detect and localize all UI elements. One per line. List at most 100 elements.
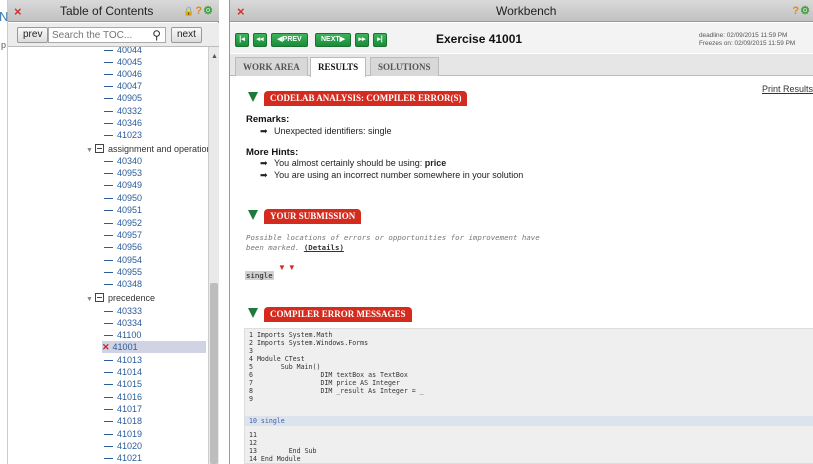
hint-item: ➡ You are using an incorrect number somew…	[260, 170, 524, 180]
toc-item[interactable]: 41014	[104, 366, 142, 378]
dash-icon	[104, 123, 113, 125]
toc-scroll-thumb[interactable]	[210, 283, 218, 464]
toc-item[interactable]: 40949	[104, 179, 142, 191]
expand-triangle-icon[interactable]: ▼	[86, 296, 93, 303]
dash-icon	[104, 247, 113, 249]
dash-icon	[104, 161, 113, 163]
results-content: Print Results CODELAB ANALYSIS: COMPILER…	[230, 77, 813, 464]
settings-icon[interactable]: ⚙	[800, 5, 810, 17]
prev-exercise-button[interactable]: ◀PREV	[271, 33, 308, 47]
toc-item[interactable]: 40333	[104, 305, 142, 317]
next-exercise-button[interactable]: NEXT▶	[315, 33, 351, 47]
toc-search-bar: prev ⚲ next	[8, 23, 219, 47]
tab-work-area[interactable]: WORK AREA	[235, 57, 308, 76]
toc-item[interactable]: 41017	[104, 403, 142, 415]
toc-item[interactable]: 40905	[104, 92, 142, 104]
dash-icon	[104, 421, 113, 423]
toc-item[interactable]: 40950	[104, 192, 142, 204]
highlighted-line-bar	[245, 416, 813, 426]
toc-item[interactable]: 40951	[104, 204, 142, 216]
deadline-info: deadline: 02/09/2015 11:59 PM Freezes on…	[699, 32, 795, 48]
toc-scrollbar[interactable]: ▲	[208, 47, 219, 464]
toc-title: Table of Contents	[60, 4, 154, 18]
toc-item[interactable]: 40334	[104, 317, 142, 329]
toc-item[interactable]: 40955	[104, 266, 142, 278]
toc-item[interactable]: 40953	[104, 167, 142, 179]
workbench-toolbar: |◂ ◂◂ ◀PREV NEXT▶ ▸▸ ▸| Exercise 41001 d…	[230, 23, 813, 53]
dash-icon	[104, 98, 113, 100]
collapse-box-icon[interactable]	[94, 293, 104, 303]
toc-item[interactable]: 40952	[104, 217, 142, 229]
dash-icon	[104, 50, 113, 52]
edge-letter-p: p	[1, 40, 7, 50]
analysis-section-title: CODELAB ANALYSIS: COMPILER ERROR(S)	[264, 91, 468, 106]
toc-item[interactable]: 41016	[104, 391, 142, 403]
workbench-panel: × Workbench ?⚙ |◂ ◂◂ ◀PREV NEXT▶ ▸▸ ▸| E…	[229, 0, 813, 464]
toc-close-icon[interactable]: ×	[14, 4, 22, 19]
toc-item[interactable]: 41015	[104, 378, 142, 390]
forward-exercise-button[interactable]: ▸▸	[355, 33, 369, 47]
toc-item[interactable]: 41013	[104, 354, 142, 366]
toc-item[interactable]: 41019	[104, 428, 142, 440]
help-icon[interactable]: ?	[195, 5, 202, 17]
section-toggle-icon[interactable]	[248, 210, 258, 220]
dash-icon	[104, 323, 113, 325]
bullet-arrow-icon: ➡	[260, 158, 268, 168]
dash-icon	[104, 111, 113, 113]
details-link[interactable]: (Details)	[304, 243, 344, 252]
dash-icon	[104, 62, 113, 64]
dash-icon	[104, 409, 113, 411]
toc-next-button[interactable]: next	[171, 27, 202, 43]
error-marker-icon: ▼▼	[278, 263, 298, 272]
submission-note: Possible locations of errors or opportun…	[246, 233, 540, 252]
submission-code: single	[245, 271, 274, 280]
toc-group-precedence[interactable]: ▼ precedence	[86, 292, 155, 304]
toc-item[interactable]: 40348	[104, 278, 142, 290]
toc-group-assignment[interactable]: ▼ assignment and operations	[86, 143, 208, 155]
toc-item[interactable]: 40346	[104, 117, 142, 129]
code-line: 8 DIM _result As Integer = _	[249, 387, 424, 395]
back-exercise-button[interactable]: ◂◂	[253, 33, 267, 47]
toc-item[interactable]: 40045	[104, 56, 142, 68]
toc-prev-button[interactable]: prev	[17, 27, 49, 43]
lock-icon[interactable]: 🔒	[183, 6, 194, 16]
section-toggle-icon[interactable]	[248, 92, 258, 102]
submission-section-title: YOUR SUBMISSION	[264, 209, 362, 224]
toc-item[interactable]: 40956	[104, 241, 142, 253]
scroll-up-arrow-icon[interactable]: ▲	[211, 53, 218, 60]
error-x-icon: ✕	[102, 342, 110, 352]
toc-item[interactable]: 41100	[104, 329, 141, 341]
tab-solutions[interactable]: SOLUTIONS	[370, 57, 439, 76]
help-icon[interactable]: ?	[792, 5, 799, 17]
dash-icon	[104, 384, 113, 386]
collapse-box-icon[interactable]	[94, 144, 104, 154]
toc-item[interactable]: 40954	[104, 254, 142, 266]
toc-panel: × Table of Contents 🔒?⚙ prev ⚲ next 4004…	[8, 0, 219, 464]
first-exercise-button[interactable]: |◂	[235, 33, 249, 47]
toc-search-box: ⚲	[48, 27, 166, 43]
section-toggle-icon[interactable]	[248, 308, 258, 318]
expand-triangle-icon[interactable]: ▼	[86, 147, 93, 154]
toc-item[interactable]: 40044	[104, 47, 142, 56]
toc-item[interactable]: 40340	[104, 155, 142, 167]
bullet-arrow-icon: ➡	[260, 170, 268, 180]
toc-item-current[interactable]: ✕ 41001	[102, 341, 206, 353]
last-exercise-button[interactable]: ▸|	[373, 33, 387, 47]
toc-item[interactable]: 41021	[104, 452, 142, 464]
deadline-text: deadline: 02/09/2015 11:59 PM	[699, 32, 788, 39]
tab-results[interactable]: RESULTS	[310, 57, 367, 77]
toc-search-input[interactable]	[49, 28, 141, 42]
toc-item[interactable]: 40957	[104, 229, 142, 241]
toc-item[interactable]: 40046	[104, 68, 142, 80]
toc-item[interactable]: 41023	[104, 129, 142, 141]
print-results-link[interactable]: Print Results	[762, 84, 813, 94]
toc-item[interactable]: 41020	[104, 440, 142, 452]
toc-item[interactable]: 40332	[104, 105, 142, 117]
code-line: 2 Imports System.Windows.Forms	[249, 339, 369, 347]
dash-icon	[104, 86, 113, 88]
settings-icon[interactable]: ⚙	[203, 5, 213, 17]
toc-item[interactable]: 41018	[104, 415, 142, 427]
workbench-close-icon[interactable]: ×	[237, 4, 245, 19]
toc-item[interactable]: 40047	[104, 80, 142, 92]
search-icon[interactable]: ⚲	[152, 28, 161, 42]
